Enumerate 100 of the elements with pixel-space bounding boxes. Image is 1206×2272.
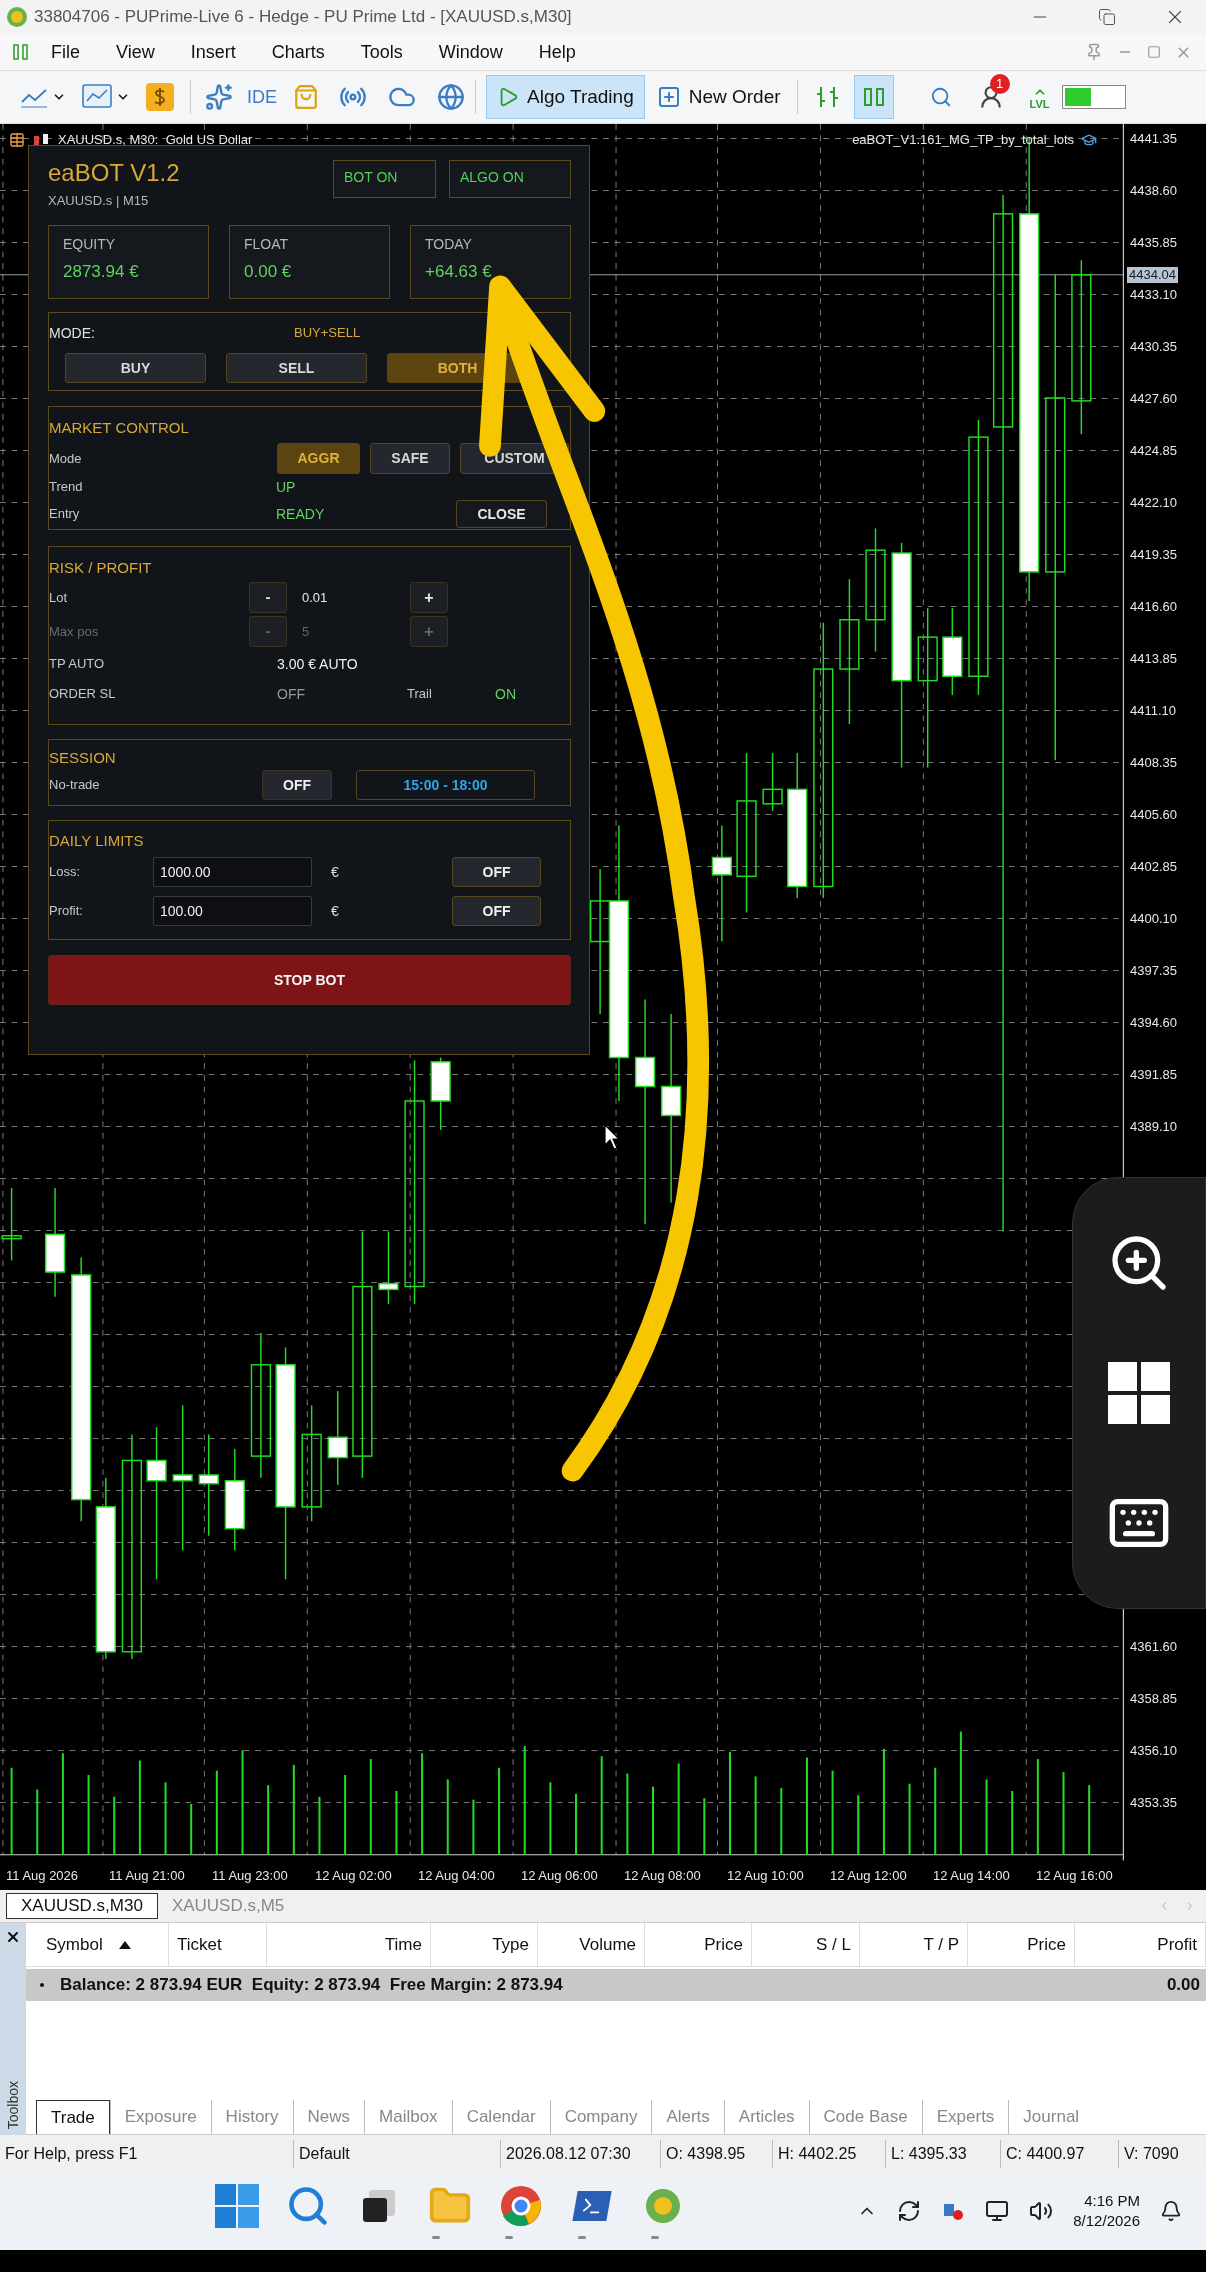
sparkle-icon[interactable] bbox=[205, 83, 233, 111]
toolbox-tab[interactable]: Trade bbox=[36, 2100, 110, 2134]
battery-icon bbox=[1061, 85, 1126, 109]
chart-bars-icon bbox=[12, 42, 30, 62]
running-indicator bbox=[505, 2236, 513, 2239]
column-header[interactable]: S / L bbox=[752, 1923, 860, 1966]
chart-tab[interactable]: XAUUSD.s,M30 bbox=[6, 1893, 158, 1919]
row-label: ORDER SL bbox=[49, 685, 117, 704]
stat-label: TODAY bbox=[425, 235, 473, 253]
status-cell: 2026.08.12 07:30 bbox=[500, 2139, 660, 2168]
clock-time: 4:16 PM bbox=[1084, 2191, 1140, 2211]
app-icon bbox=[6, 6, 28, 28]
menu-item[interactable]: Tools bbox=[360, 38, 403, 66]
dollar-icon[interactable] bbox=[146, 83, 174, 111]
trend-value: UP bbox=[276, 477, 296, 497]
status-badge: BOT ON bbox=[333, 160, 436, 198]
close-button[interactable]: CLOSE bbox=[456, 500, 547, 528]
toolbox-tab[interactable]: History bbox=[210, 2100, 293, 2134]
search-icon[interactable] bbox=[286, 2184, 330, 2228]
menu-item[interactable]: Charts bbox=[271, 38, 325, 66]
stepper-value: 0.01 bbox=[301, 588, 329, 607]
price-label: 4361.60 bbox=[1130, 1639, 1177, 1656]
stat-label: EQUITY bbox=[63, 235, 117, 253]
stat-value: 0.00 € bbox=[244, 261, 293, 283]
close-icon[interactable] bbox=[5, 1929, 21, 1945]
globe-icon[interactable] bbox=[437, 83, 465, 111]
row-label: No-trade bbox=[49, 776, 101, 795]
toolbox-tab[interactable]: Mailbox bbox=[364, 2100, 452, 2134]
browser-icon[interactable] bbox=[499, 2184, 543, 2228]
sort-icon bbox=[118, 1940, 131, 1949]
toggle-button[interactable]: OFF bbox=[452, 857, 541, 887]
ide-button[interactable]: IDE bbox=[247, 83, 277, 111]
time-label: 12 Aug 16:00 bbox=[1036, 1867, 1114, 1886]
menu-item[interactable]: View bbox=[116, 38, 155, 66]
row-label: Entry bbox=[49, 505, 81, 524]
candlestick-chart-icon[interactable] bbox=[853, 75, 894, 119]
time-label: 11 Aug 2026 bbox=[6, 1867, 80, 1886]
line-chart-icon[interactable] bbox=[20, 86, 48, 108]
toolbox-tab[interactable]: Calendar bbox=[451, 2100, 550, 2134]
expert-name: eaBOT_V1.161_MG_TP_by_total_lots bbox=[852, 131, 1074, 149]
menu-item[interactable]: Help bbox=[538, 38, 576, 66]
toggle-button[interactable]: SELL bbox=[226, 353, 367, 383]
toggle-button[interactable]: AGGR bbox=[277, 443, 360, 474]
price-label: 4413.85 bbox=[1130, 650, 1177, 667]
chart-template-icon[interactable] bbox=[82, 84, 112, 110]
search-icon[interactable] bbox=[929, 86, 952, 108]
column-header[interactable]: Time bbox=[267, 1923, 431, 1966]
toggle-button[interactable]: OFF bbox=[452, 896, 541, 926]
toggle-button[interactable]: OFF bbox=[262, 770, 332, 800]
stop-button[interactable]: STOP BOT bbox=[48, 955, 571, 1005]
toggle-button[interactable]: SAFE bbox=[370, 443, 450, 474]
network-icon[interactable] bbox=[985, 2199, 1010, 2223]
notification-badge: 1 bbox=[989, 74, 1010, 94]
bullet-icon bbox=[40, 1983, 44, 1987]
column-header[interactable]: Volume bbox=[538, 1923, 645, 1966]
column-header[interactable]: Symbol bbox=[38, 1923, 169, 1966]
menu-item[interactable]: Insert bbox=[190, 38, 236, 66]
entry-value: READY bbox=[276, 504, 326, 524]
price-label: 4424.85 bbox=[1130, 442, 1177, 459]
clock[interactable]: 4:16 PM 8/12/2026 bbox=[1073, 2191, 1140, 2231]
sync-icon[interactable] bbox=[897, 2199, 922, 2223]
toggle-button[interactable]: BUY bbox=[65, 353, 206, 383]
increment-button[interactable]: + bbox=[410, 582, 448, 613]
shopping-bag-icon[interactable] bbox=[293, 83, 319, 111]
toolbox-tab[interactable]: Code Base bbox=[808, 2100, 922, 2134]
row-label: Trend bbox=[49, 478, 84, 497]
toolbox-tab[interactable]: Alerts bbox=[651, 2100, 724, 2134]
algo-trading-button[interactable]: Algo Trading bbox=[486, 75, 645, 119]
toolbox-tab[interactable]: Experts bbox=[921, 2100, 1009, 2134]
input-field[interactable]: 1000.00 bbox=[153, 857, 312, 887]
column-header[interactable]: Price bbox=[645, 1923, 752, 1966]
restore-icon[interactable] bbox=[1098, 8, 1116, 26]
cursor-icon bbox=[604, 1124, 620, 1150]
menu-item[interactable]: Window bbox=[438, 38, 503, 66]
volume-icon[interactable] bbox=[1029, 2199, 1054, 2223]
toolbox-tab[interactable]: Company bbox=[549, 2100, 652, 2134]
status-cell: H: 4402.25 bbox=[772, 2139, 885, 2168]
price-label: 4419.35 bbox=[1130, 546, 1177, 563]
windows-icon[interactable] bbox=[1108, 1362, 1170, 1424]
toolbox-tab[interactable]: Journal bbox=[1008, 2100, 1094, 2134]
time-label: 11 Aug 23:00 bbox=[212, 1867, 289, 1886]
decrement-button[interactable]: - bbox=[249, 582, 287, 613]
status-cell-text: For Help, press F1 bbox=[4, 2143, 139, 2164]
toolbox-tab[interactable]: Exposure bbox=[109, 2100, 211, 2134]
pin-icon[interactable] bbox=[1085, 43, 1103, 61]
column-header[interactable]: Profit bbox=[1075, 1923, 1206, 1966]
column-header[interactable]: Type bbox=[431, 1923, 538, 1966]
menu-item[interactable]: File bbox=[51, 38, 80, 66]
toolbox-tab[interactable]: Articles bbox=[723, 2100, 809, 2134]
column-header[interactable]: Ticket bbox=[169, 1923, 267, 1966]
candle bbox=[762, 752, 783, 812]
column-header[interactable]: Price bbox=[968, 1923, 1075, 1966]
mode-value: BUY+SELL bbox=[294, 324, 361, 343]
notifications-icon[interactable] bbox=[1160, 2200, 1182, 2222]
status-cell: V: 7090 bbox=[1118, 2139, 1206, 2168]
toolbox-tab[interactable]: News bbox=[292, 2100, 365, 2134]
input-field[interactable]: 100.00 bbox=[153, 896, 312, 926]
column-header[interactable]: T / P bbox=[860, 1923, 968, 1966]
toolbox-label: Toolbox bbox=[3, 2080, 22, 2129]
new-order-button[interactable]: New Order bbox=[650, 75, 787, 119]
